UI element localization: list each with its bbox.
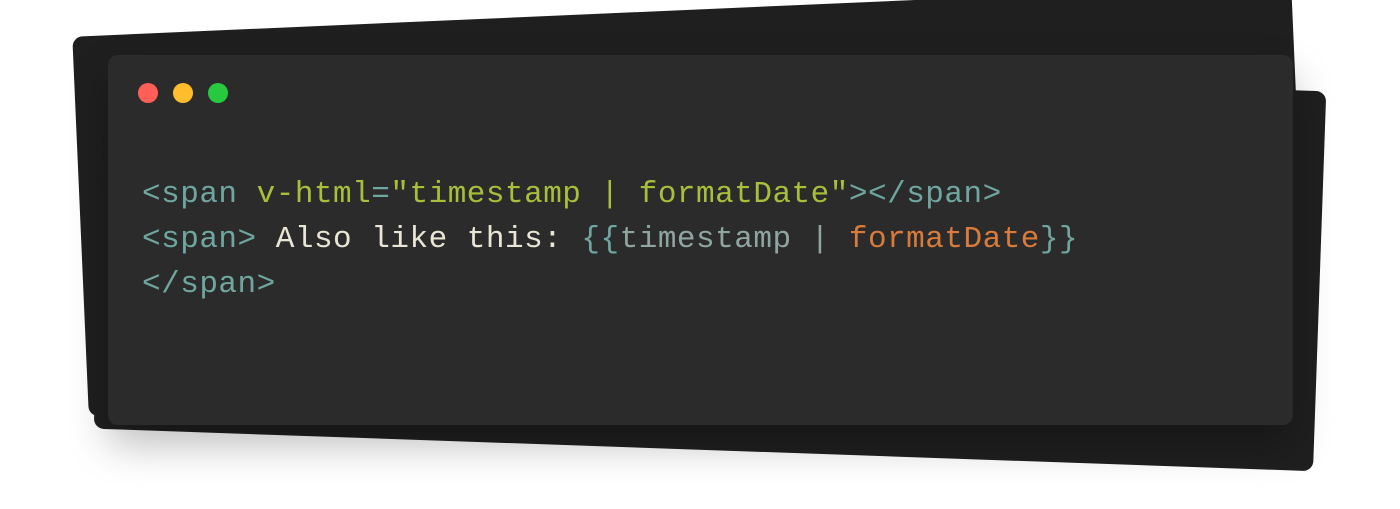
pipe: | (792, 222, 849, 257)
angle-open-end: </ (142, 267, 180, 302)
angle-close-end: > (983, 177, 1002, 212)
angle-open: < (142, 177, 161, 212)
angle-close: > (238, 222, 257, 257)
minimize-icon[interactable] (173, 83, 193, 103)
tag-span: span (161, 177, 237, 212)
quote-open: " (390, 177, 409, 212)
code-line-1: <span v-html="timestamp | formatDate"></… (142, 177, 1002, 212)
attr-value: timestamp | formatDate (409, 177, 829, 212)
angle-close: > (849, 177, 868, 212)
code-editor-window: <span v-html="timestamp | formatDate"></… (108, 55, 1293, 425)
tag-span: span (161, 222, 237, 257)
code-line-3: </span> (142, 267, 276, 302)
code-block: <span v-html="timestamp | formatDate"></… (108, 113, 1293, 338)
quote-close: " (830, 177, 849, 212)
inline-text: Also like this: (257, 222, 582, 257)
zoom-icon[interactable] (208, 83, 228, 103)
mustache-open: {{ (581, 222, 619, 257)
close-icon[interactable] (138, 83, 158, 103)
fn-formatdate: formatDate (849, 222, 1040, 257)
angle-open-end: </ (868, 177, 906, 212)
space (238, 177, 257, 212)
tag-span-close: span (906, 177, 982, 212)
equals: = (371, 177, 390, 212)
mustache-close: }} (1040, 222, 1078, 257)
var-timestamp: timestamp (620, 222, 792, 257)
angle-open: < (142, 222, 161, 257)
attr-name: v-html (257, 177, 372, 212)
window-titlebar (108, 55, 1293, 113)
tag-span-close: span (180, 267, 256, 302)
code-line-2: <span> Also like this: {{timestamp | for… (142, 222, 1078, 257)
angle-close-end: > (257, 267, 276, 302)
